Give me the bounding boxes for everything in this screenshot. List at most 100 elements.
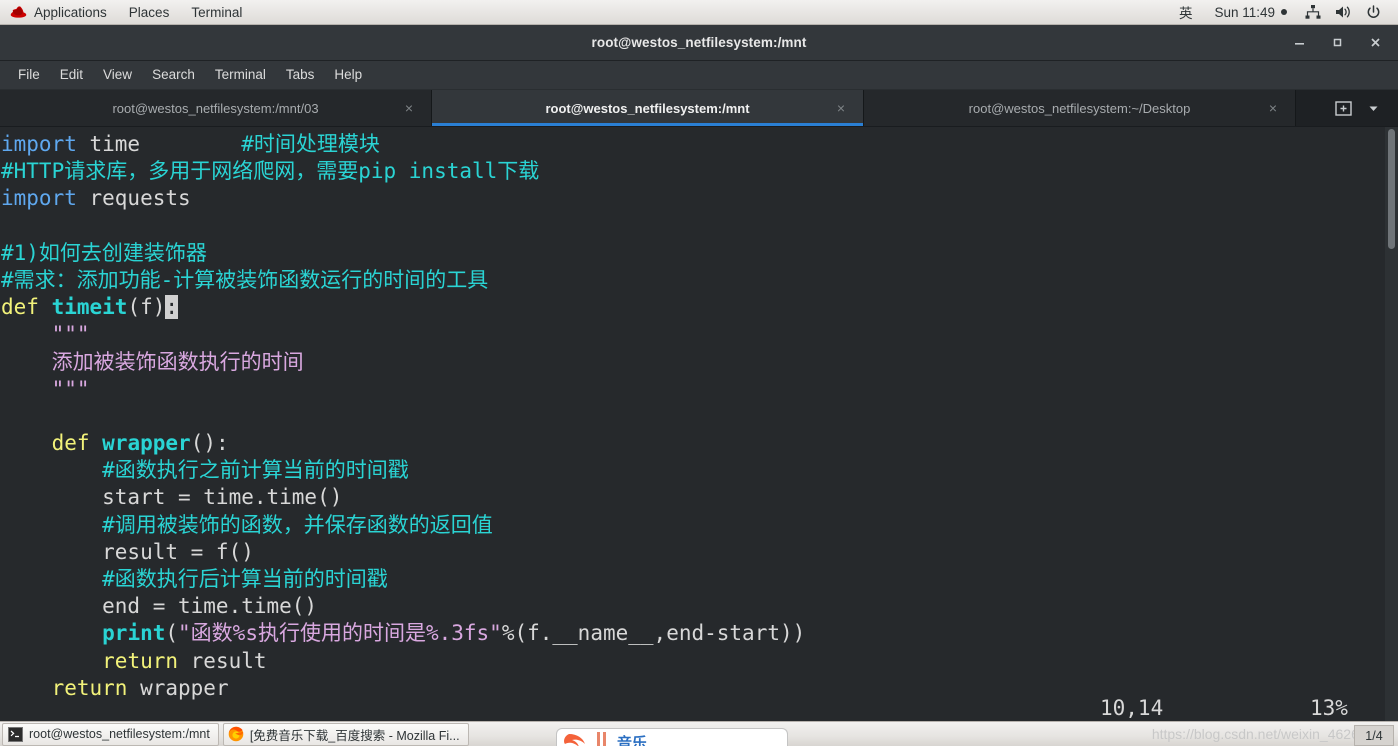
tab-close-icon[interactable]: × xyxy=(837,101,845,115)
terminal-token: time xyxy=(76,132,242,156)
terminal-token: #1)如何去创建装饰器 xyxy=(1,240,207,265)
tab-label: root@westos_netfilesystem:/mnt/03 xyxy=(112,100,319,116)
network-icon[interactable] xyxy=(1298,0,1328,24)
menubar-item-terminal[interactable]: Terminal xyxy=(205,61,276,89)
menu-places-label: Places xyxy=(128,4,170,20)
terminal-token: result xyxy=(178,648,267,673)
menubar-item-search[interactable]: Search xyxy=(142,61,205,89)
terminal-line: import time #时间处理模块 xyxy=(0,131,1398,158)
terminal-token: """ xyxy=(1,376,90,401)
terminal-line: 添加被装饰函数执行的时间 xyxy=(0,349,1398,376)
power-icon[interactable] xyxy=(1359,0,1388,24)
screen: Applications Places Terminal 英 Sun 11:49 xyxy=(0,0,1398,746)
workspace-label: 1/4 xyxy=(1365,728,1383,743)
input-method-label: 英 xyxy=(1178,6,1193,21)
music-popup-window[interactable]: 音乐 xyxy=(556,728,788,746)
terminal-line: #调用被装饰的函数，并保存函数的返回值 xyxy=(0,512,1398,539)
top-panel-status: 英 Sun 11:49 xyxy=(1168,0,1398,24)
clock-label: Sun 11:49 xyxy=(1214,4,1275,20)
menu-terminal[interactable]: Terminal xyxy=(180,0,253,24)
taskbar-item-firefox[interactable]: [免费音乐下载_百度搜索 - Mozilla Fi... xyxy=(222,722,469,746)
terminal-token: import xyxy=(1,186,77,211)
terminal-line: """ xyxy=(0,321,1398,348)
terminal-content[interactable]: import time #时间处理模块 #HTTP请求库，多用于网络爬网，需要pi… xyxy=(0,127,1398,724)
workspace-switcher[interactable]: 1/4 xyxy=(1354,725,1394,746)
menubar-item-file[interactable]: File xyxy=(8,61,50,89)
minimize-button[interactable] xyxy=(1280,25,1318,60)
menubar-tabs-label: Tabs xyxy=(285,67,315,82)
menu-applications[interactable]: Applications xyxy=(0,0,118,24)
taskbar-item-label: [免费音乐下载_百度搜索 - Mozilla Fi... xyxy=(249,728,460,743)
new-tab-icon[interactable] xyxy=(1328,90,1358,126)
tab-close-icon[interactable]: × xyxy=(1269,101,1277,115)
tab-label: root@westos_netfilesystem:/mnt xyxy=(545,100,750,116)
menu-applications-label: Applications xyxy=(34,4,107,20)
menubar-edit-label: Edit xyxy=(59,67,84,82)
maximize-button[interactable] xyxy=(1318,25,1356,60)
terminal-token: wrapper xyxy=(102,431,191,456)
tabbar-actions xyxy=(1318,90,1398,126)
terminal-line: #1)如何去创建装饰器 xyxy=(0,240,1398,267)
redhat-logo-icon xyxy=(10,6,27,18)
tab-close-icon[interactable]: × xyxy=(405,101,413,115)
terminal-tabbar: root@westos_netfilesystem:/mnt/03 × root… xyxy=(0,90,1398,127)
tab-mnt[interactable]: root@westos_netfilesystem:/mnt × xyxy=(432,90,864,126)
terminal-token: """ xyxy=(1,322,90,347)
vim-cursor-position: 10,14 xyxy=(1100,695,1164,720)
terminal-token: #调用被装饰的函数，并保存函数的返回值 xyxy=(1,512,493,537)
terminal-token: 添加被装饰函数执行的时间 xyxy=(1,349,304,374)
menu-terminal-label: Terminal xyxy=(191,4,243,20)
terminal-menubar: File Edit View Search Terminal Tabs Help xyxy=(0,61,1398,90)
terminal-line: """ xyxy=(0,376,1398,403)
volume-icon[interactable] xyxy=(1328,0,1359,24)
menubar-terminal-label: Terminal xyxy=(214,67,266,82)
terminal-line: import requests xyxy=(0,185,1398,212)
terminal-token: %(f.__name__,end-start)) xyxy=(501,621,806,646)
menubar-item-view[interactable]: View xyxy=(93,61,142,89)
tab-mnt-03[interactable]: root@westos_netfilesystem:/mnt/03 × xyxy=(0,90,432,126)
terminal-token: #函数执行之前计算当前的时间戳 xyxy=(1,458,409,483)
window-controls xyxy=(1280,25,1394,60)
terminal-token: return xyxy=(102,648,179,673)
terminal-token: requests xyxy=(76,186,191,211)
terminal-token: def xyxy=(1,295,39,320)
window-title: root@westos_netfilesystem:/mnt xyxy=(591,35,807,50)
menubar-item-tabs[interactable]: Tabs xyxy=(276,61,325,89)
clock[interactable]: Sun 11:49 xyxy=(1203,0,1298,24)
chevron-down-icon[interactable] xyxy=(1358,90,1388,126)
terminal-line: #HTTP请求库，多用于网络爬网，需要pip install下载 xyxy=(0,158,1398,185)
taskbar-item-terminal[interactable]: root@westos_netfilesystem:/mnt xyxy=(2,722,219,746)
terminal-window: root@westos_netfilesystem:/mnt File Edit… xyxy=(0,25,1398,724)
terminal-token: #HTTP请求库，多用于网络爬网，需要pip install下载 xyxy=(1,159,540,184)
input-method-indicator[interactable]: 英 xyxy=(1168,0,1204,24)
terminal-scrollbar[interactable] xyxy=(1385,127,1398,724)
taskbar-item-label: root@westos_netfilesystem:/mnt xyxy=(29,727,210,741)
terminal-line: return result xyxy=(0,648,1398,675)
close-button[interactable] xyxy=(1356,25,1394,60)
terminal-token: end = time.time() xyxy=(1,594,318,619)
terminal-token: timeit xyxy=(51,295,128,320)
scrollbar-thumb[interactable] xyxy=(1388,129,1395,249)
menubar-item-help[interactable]: Help xyxy=(324,61,372,89)
terminal-token: def xyxy=(51,431,90,456)
terminal-token: result = f() xyxy=(1,539,254,564)
terminal-line: result = f() xyxy=(0,539,1398,566)
terminal-line: print("函数%s执行使用的时间是%.3fs"%(f.__name__,en… xyxy=(0,620,1398,647)
firefox-icon xyxy=(228,726,244,742)
terminal-line: def timeit(f): xyxy=(0,294,1398,321)
menubar-item-edit[interactable]: Edit xyxy=(50,61,93,89)
terminal-token: (f) xyxy=(127,295,166,320)
terminal-line: #函数执行之前计算当前的时间戳 xyxy=(0,457,1398,484)
menu-places[interactable]: Places xyxy=(118,0,181,24)
tab-desktop[interactable]: root@westos_netfilesystem:~/Desktop × xyxy=(864,90,1296,126)
menubar-view-label: View xyxy=(103,67,133,82)
menubar-help-label: Help xyxy=(334,67,363,82)
popup-title: 音乐 xyxy=(617,735,648,746)
